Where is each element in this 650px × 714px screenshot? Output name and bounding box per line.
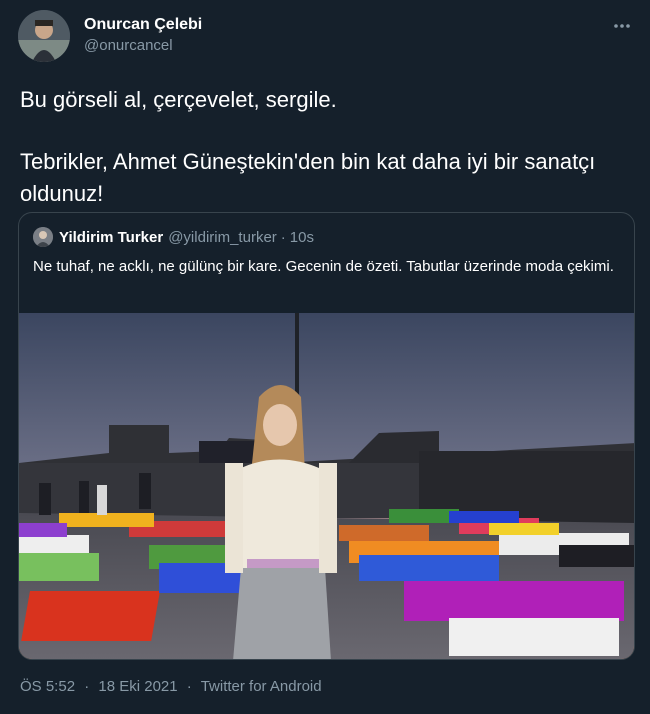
tweet-text-line-2: Tebrikler, Ahmet Güneştekin'den bin kat … bbox=[20, 149, 596, 206]
tweet-card: Onurcan Çelebi @onurcancel Bu görseli al… bbox=[0, 0, 650, 714]
quoted-avatar[interactable] bbox=[33, 227, 53, 247]
quoted-tweet-header: Yildirim Turker @yildirim_turker · 10s bbox=[33, 225, 314, 249]
quoted-tweet[interactable]: Yildirim Turker @yildirim_turker · 10s N… bbox=[18, 212, 635, 660]
avatar[interactable] bbox=[18, 10, 70, 62]
footer-separator-1: · bbox=[84, 678, 90, 695]
quoted-separator: · bbox=[280, 228, 286, 246]
tweet-footer: ÖS 5:52 · 18 Eki 2021 · Twitter for Andr… bbox=[20, 678, 322, 698]
quoted-time[interactable]: 10s bbox=[290, 229, 314, 246]
author-display-name[interactable]: Onurcan Çelebi bbox=[84, 15, 202, 35]
more-horizontal-icon[interactable] bbox=[610, 14, 634, 38]
quoted-handle[interactable]: @yildirim_turker bbox=[168, 229, 277, 246]
quoted-display-name[interactable]: Yildirim Turker bbox=[59, 229, 163, 246]
footer-source[interactable]: Twitter for Android bbox=[201, 678, 322, 695]
footer-separator-2: · bbox=[186, 678, 192, 695]
quoted-photo[interactable] bbox=[19, 313, 634, 659]
footer-date[interactable]: 18 Eki 2021 bbox=[98, 678, 177, 695]
author-names: Onurcan Çelebi @onurcancel bbox=[84, 15, 202, 57]
tweet-text: Bu görseli al, çerçevelet, sergile. Tebr… bbox=[20, 84, 630, 210]
author-handle[interactable]: @onurcancel bbox=[84, 35, 202, 57]
quoted-text: Ne tuhaf, ne acklı, ne gülünç bir kare. … bbox=[33, 258, 614, 275]
tweet-header: Onurcan Çelebi @onurcancel bbox=[18, 10, 638, 64]
footer-time[interactable]: ÖS 5:52 bbox=[20, 678, 75, 695]
tweet-text-line-1: Bu görseli al, çerçevelet, sergile. bbox=[20, 87, 337, 112]
